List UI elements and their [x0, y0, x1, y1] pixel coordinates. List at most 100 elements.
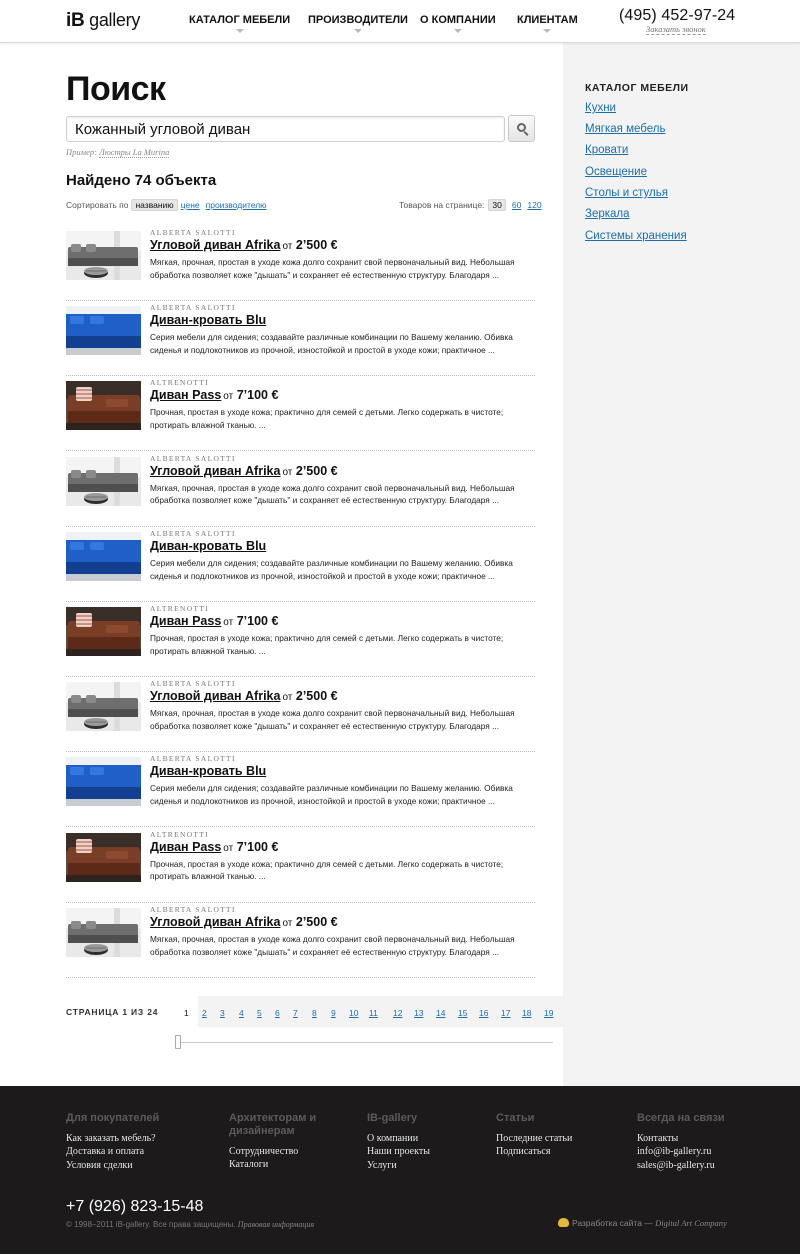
product-thumbnail[interactable]: [66, 907, 141, 957]
nav-manufacturers[interactable]: ПРОИЗВОДИТЕЛИ: [308, 14, 408, 33]
per-page-60[interactable]: 60: [512, 200, 521, 210]
result-item[interactable]: ALBERTA SALOTTI Диван-кровать Blu Серия м…: [66, 752, 535, 828]
search-example-link[interactable]: Люстры La Murina: [99, 147, 170, 158]
result-item[interactable]: ALTRENOTTI Диван Pass от 7’100 € Прочная, п…: [66, 376, 535, 452]
footer-link[interactable]: Как заказать мебель?: [66, 1132, 216, 1145]
page-link-18[interactable]: 18: [522, 1008, 531, 1018]
footer-link[interactable]: Сотрудничество: [229, 1145, 319, 1158]
product-brand: ALBERTA SALOTTI: [150, 528, 236, 538]
page-link-8[interactable]: 8: [312, 1008, 317, 1018]
page-link-2[interactable]: 2: [202, 1008, 207, 1018]
page-link-10[interactable]: 10: [349, 1008, 358, 1018]
page-link-19[interactable]: 19: [544, 1008, 553, 1018]
sidebar-item-storage[interactable]: Системы хранения: [585, 230, 687, 242]
sidebar-item-soft-furniture[interactable]: Мягкая мебель: [585, 123, 665, 135]
sidebar-item-beds[interactable]: Кровати: [585, 144, 628, 156]
sort-by-maker[interactable]: производителю: [206, 200, 267, 210]
product-description: Серия мебели для сидения; создавайте раз…: [150, 557, 513, 581]
page-link-11[interactable]: 11: [369, 1008, 378, 1018]
product-brand: ALBERTA SALOTTI: [150, 754, 236, 764]
search-input[interactable]: [66, 116, 505, 142]
search-example: Пример: Люстры La Murina: [66, 147, 170, 158]
product-thumbnail[interactable]: [66, 231, 141, 280]
search-button[interactable]: [508, 115, 535, 142]
product-name-link[interactable]: Диван-кровать Blu: [150, 764, 266, 778]
sidebar-item-kitchens[interactable]: Кухни: [585, 102, 616, 114]
product-thumbnail[interactable]: [66, 757, 141, 807]
footer-link[interactable]: Последние статьи: [496, 1132, 646, 1145]
product-brand: ALBERTA SALOTTI: [150, 453, 236, 463]
result-item[interactable]: ALTRENOTTI Диван Pass от 7’100 € Прочная, п…: [66, 602, 535, 677]
product-thumbnail[interactable]: [66, 832, 141, 882]
footer-link[interactable]: info@ib-gallery.ru: [637, 1145, 787, 1158]
product-name-link[interactable]: Угловой диван Afrika: [150, 689, 280, 703]
product-name-link[interactable]: Диван-кровать Blu: [150, 313, 266, 327]
product-thumbnail[interactable]: [66, 306, 141, 356]
product-name-link[interactable]: Угловой диван Afrika: [150, 464, 280, 478]
site-logo[interactable]: iB gallery: [66, 10, 140, 32]
page-link-9[interactable]: 9: [331, 1008, 336, 1018]
product-thumbnail[interactable]: [66, 531, 141, 581]
result-item[interactable]: ALBERTA SALOTTI Диван-кровать Blu Серия м…: [66, 527, 535, 602]
product-description: Мягкая, прочная, простая в уходе кожа до…: [150, 257, 515, 280]
footer-link[interactable]: Услуги: [367, 1159, 517, 1172]
page-link-1[interactable]: 1: [184, 1008, 189, 1018]
product-title: Угловой диван Afrika от 2’500 €: [150, 689, 338, 704]
page-link-3[interactable]: 3: [220, 1008, 225, 1018]
product-name-link[interactable]: Диван Pass: [150, 614, 221, 628]
result-item[interactable]: ALBERTA SALOTTI Угловой диван Afrika от 2’…: [66, 903, 535, 978]
footer-link[interactable]: sales@ib-gallery.ru: [637, 1159, 787, 1172]
footer-link[interactable]: Доставка и оплата: [66, 1145, 216, 1158]
page-link-7[interactable]: 7: [293, 1008, 298, 1018]
nav-catalog[interactable]: КАТАЛОГ МЕБЕЛИ: [189, 14, 290, 33]
product-name-link[interactable]: Диван-кровать Blu: [150, 539, 266, 553]
result-item[interactable]: ALTRENOTTI Диван Pass от 7’100 € Прочная, п…: [66, 828, 535, 903]
page-link-5[interactable]: 5: [257, 1008, 262, 1018]
nav-about[interactable]: О КОМПАНИИ: [420, 14, 496, 33]
product-thumbnail[interactable]: [66, 456, 141, 506]
pager-scroll-track[interactable]: [175, 1042, 553, 1043]
result-item[interactable]: ALBERTA SALOTTI Диван-кровать Blu Серия м…: [66, 301, 535, 377]
product-price: 2’500 €: [295, 463, 338, 478]
footer-link[interactable]: Наши проекты: [367, 1145, 517, 1158]
callback-link[interactable]: Заказать звонок: [646, 25, 706, 35]
result-item[interactable]: ALBERTA SALOTTI Угловой диван Afrika от 2’…: [66, 452, 535, 527]
footer-link[interactable]: Подписаться: [496, 1145, 646, 1158]
sort-by-price[interactable]: цене: [181, 200, 200, 210]
page-link-6[interactable]: 6: [275, 1008, 280, 1018]
legal-info-link[interactable]: Правовая информация: [238, 1220, 314, 1229]
product-name-link[interactable]: Угловой диван Afrika: [150, 238, 280, 252]
per-page-30[interactable]: 30: [488, 199, 506, 211]
product-brand: ALBERTA SALOTTI: [150, 679, 236, 689]
page-link-15[interactable]: 15: [458, 1008, 467, 1018]
product-price: 7’100 €: [236, 839, 279, 854]
sidebar-item-mirrors[interactable]: Зеркала: [585, 208, 630, 220]
product-price: 2’500 €: [295, 238, 338, 252]
page-link-14[interactable]: 14: [436, 1008, 445, 1018]
page-title: Поиск: [66, 70, 166, 108]
footer-link[interactable]: Каталоги: [229, 1158, 319, 1171]
page-link-4[interactable]: 4: [239, 1008, 244, 1018]
page-link-12[interactable]: 12: [393, 1008, 402, 1018]
product-thumbnail[interactable]: [66, 607, 141, 656]
result-item[interactable]: ALBERTA SALOTTI Угловой диван Afrika от 2’…: [66, 226, 535, 301]
result-item[interactable]: ALBERTA SALOTTI Угловой диван Afrika от 2’…: [66, 677, 535, 753]
page-link-17[interactable]: 17: [501, 1008, 510, 1018]
sidebar-item-tables[interactable]: Столы и стулья: [585, 187, 668, 199]
developer-link[interactable]: Digital Art Company: [655, 1218, 727, 1228]
product-name-link[interactable]: Угловой диван Afrika: [150, 915, 280, 929]
footer-link[interactable]: Контакты: [637, 1132, 787, 1145]
product-thumbnail[interactable]: [66, 682, 141, 732]
product-name-link[interactable]: Диван Pass: [150, 388, 221, 402]
nav-clients[interactable]: КЛИЕНТАМ: [517, 14, 578, 33]
page-link-13[interactable]: 13: [414, 1008, 423, 1018]
sort-by-name[interactable]: названию: [131, 199, 178, 211]
footer-link[interactable]: О компании: [367, 1132, 517, 1145]
sidebar-item-lighting[interactable]: Освещение: [585, 166, 647, 178]
per-page-120[interactable]: 120: [527, 200, 541, 210]
pager-scroll-handle[interactable]: [175, 1035, 181, 1049]
product-thumbnail[interactable]: [66, 381, 141, 431]
page-link-16[interactable]: 16: [479, 1008, 488, 1018]
product-name-link[interactable]: Диван Pass: [150, 840, 221, 854]
footer-link[interactable]: Условия сделки: [66, 1159, 216, 1172]
